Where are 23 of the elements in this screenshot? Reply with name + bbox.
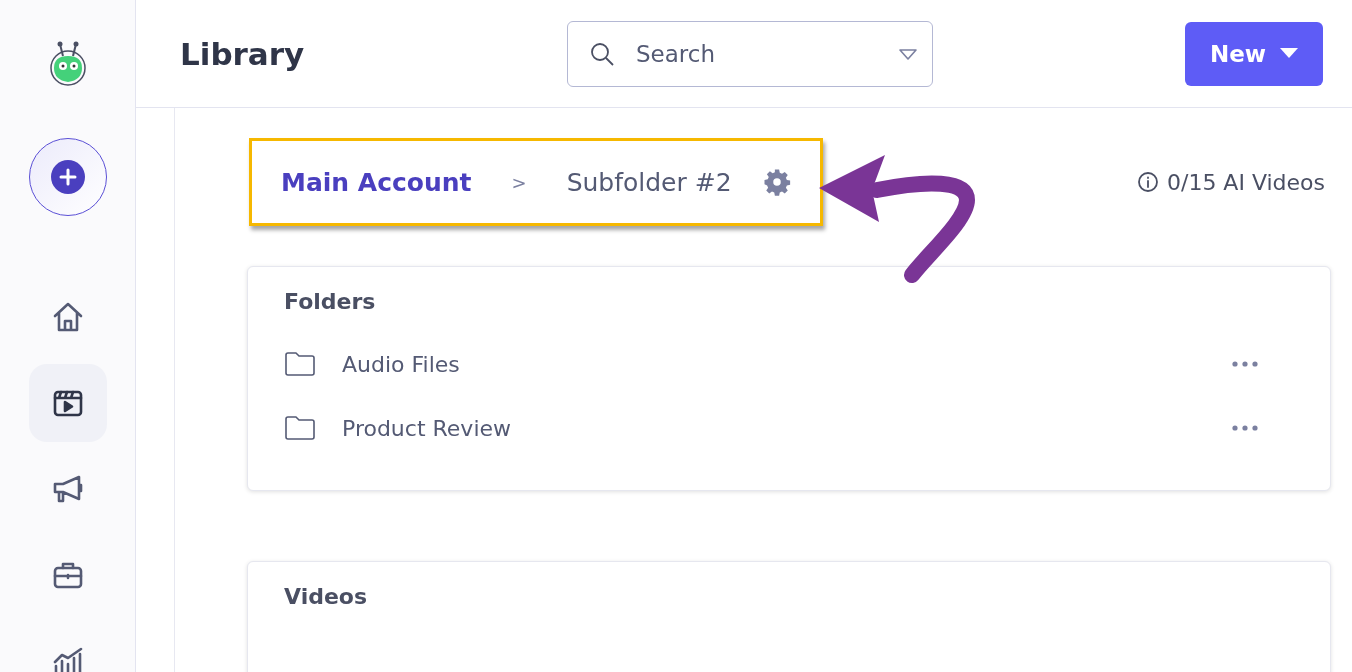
plus-icon [50,160,85,194]
breadcrumb-separator: > [511,171,527,193]
folder-icon [284,415,316,441]
usage-text: 0/15 AI Videos [1166,169,1325,195]
section-title: Folders [284,289,377,314]
folder-row[interactable]: Audio Files [284,332,1294,396]
caret-icon [1280,48,1299,59]
breadcrumb-link[interactable]: Subfolder #2 [566,167,732,197]
page-title: Library [180,35,306,72]
search-icon [589,40,615,67]
new-button[interactable]: New [1185,21,1323,86]
section-title: Videos [284,584,369,609]
search-field[interactable]: Search [567,20,933,87]
dropdown-icon [899,48,917,61]
folder-name: Product Review [342,415,512,441]
nav-item[interactable] [28,364,107,442]
folder-row[interactable]: Product Review [284,396,1294,460]
more-icon[interactable] [1232,361,1258,367]
more-icon[interactable] [1232,425,1258,431]
breadcrumb-link[interactable]: Main Account [281,167,472,197]
folder-icon [284,351,316,377]
info-icon [1136,171,1159,193]
folder-name: Audio Files [342,351,460,377]
